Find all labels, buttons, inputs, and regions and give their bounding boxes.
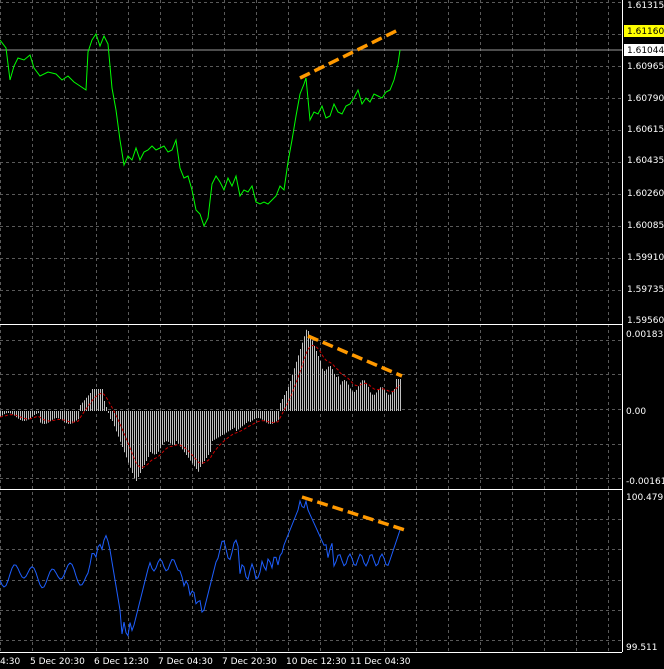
price-axis: 1.61315 1.61160 1.61044 1.60965 1.60790 … (624, 1, 664, 326)
macd-tick-min: -0.00161 (626, 477, 664, 487)
price-trendline[interactable] (299, 28, 399, 80)
time-label-6: 11 Dec 04:30 (350, 657, 411, 667)
price-tick-8: 1.59735 (627, 285, 664, 295)
cci-trendline[interactable] (301, 495, 406, 532)
cci-tick-min: 99.511 (626, 643, 658, 653)
price-tag-white: 1.61044 (624, 44, 664, 56)
price-tick-5: 1.60260 (627, 189, 664, 199)
macd-tick-max: 0.001831 (626, 330, 664, 340)
price-pane[interactable] (0, 28, 622, 228)
macd-tick-zero: 0.00 (626, 407, 646, 417)
time-label-4: 7 Dec 20:30 (222, 657, 277, 667)
price-tick-1: 1.60965 (627, 62, 664, 72)
price-tick-6: 1.60085 (627, 221, 664, 231)
svg-text:1.61044: 1.61044 (627, 46, 664, 56)
time-label-2: 6 Dec 12:30 (94, 657, 149, 667)
time-label-3: 7 Dec 04:30 (158, 657, 213, 667)
price-tick-0: 1.61315 (627, 1, 664, 11)
time-label-1: 5 Dec 20:30 (30, 657, 85, 667)
chart-window: 1.61315 1.61160 1.61044 1.60965 1.60790 … (0, 0, 664, 667)
price-tick-9: 1.59560 (627, 316, 664, 326)
macd-pane[interactable] (0, 329, 403, 481)
time-label-0: 4:30 (0, 657, 20, 667)
price-tick-7: 1.59910 (627, 253, 664, 263)
price-tick-2: 1.60790 (627, 94, 664, 104)
price-tick-3: 1.60615 (627, 125, 664, 135)
time-label-5: 10 Dec 12:30 (286, 657, 347, 667)
pane-separators (0, 0, 623, 653)
macd-histogram (0, 329, 401, 481)
svg-text:1.61160: 1.61160 (627, 27, 664, 37)
cci-line (0, 499, 401, 638)
cci-tick-max: 100.4791 (626, 493, 664, 503)
grid (0, 0, 622, 652)
macd-axis: 0.001831 0.00 -0.00161 (626, 330, 664, 487)
price-tag-yellow: 1.61160 (624, 25, 664, 37)
cci-axis: 100.4791 99.511 (626, 493, 664, 653)
cci-pane[interactable] (0, 495, 406, 638)
price-tick-4: 1.60435 (627, 156, 664, 166)
time-axis: 4:30 5 Dec 20:30 6 Dec 12:30 7 Dec 04:30… (0, 657, 411, 667)
